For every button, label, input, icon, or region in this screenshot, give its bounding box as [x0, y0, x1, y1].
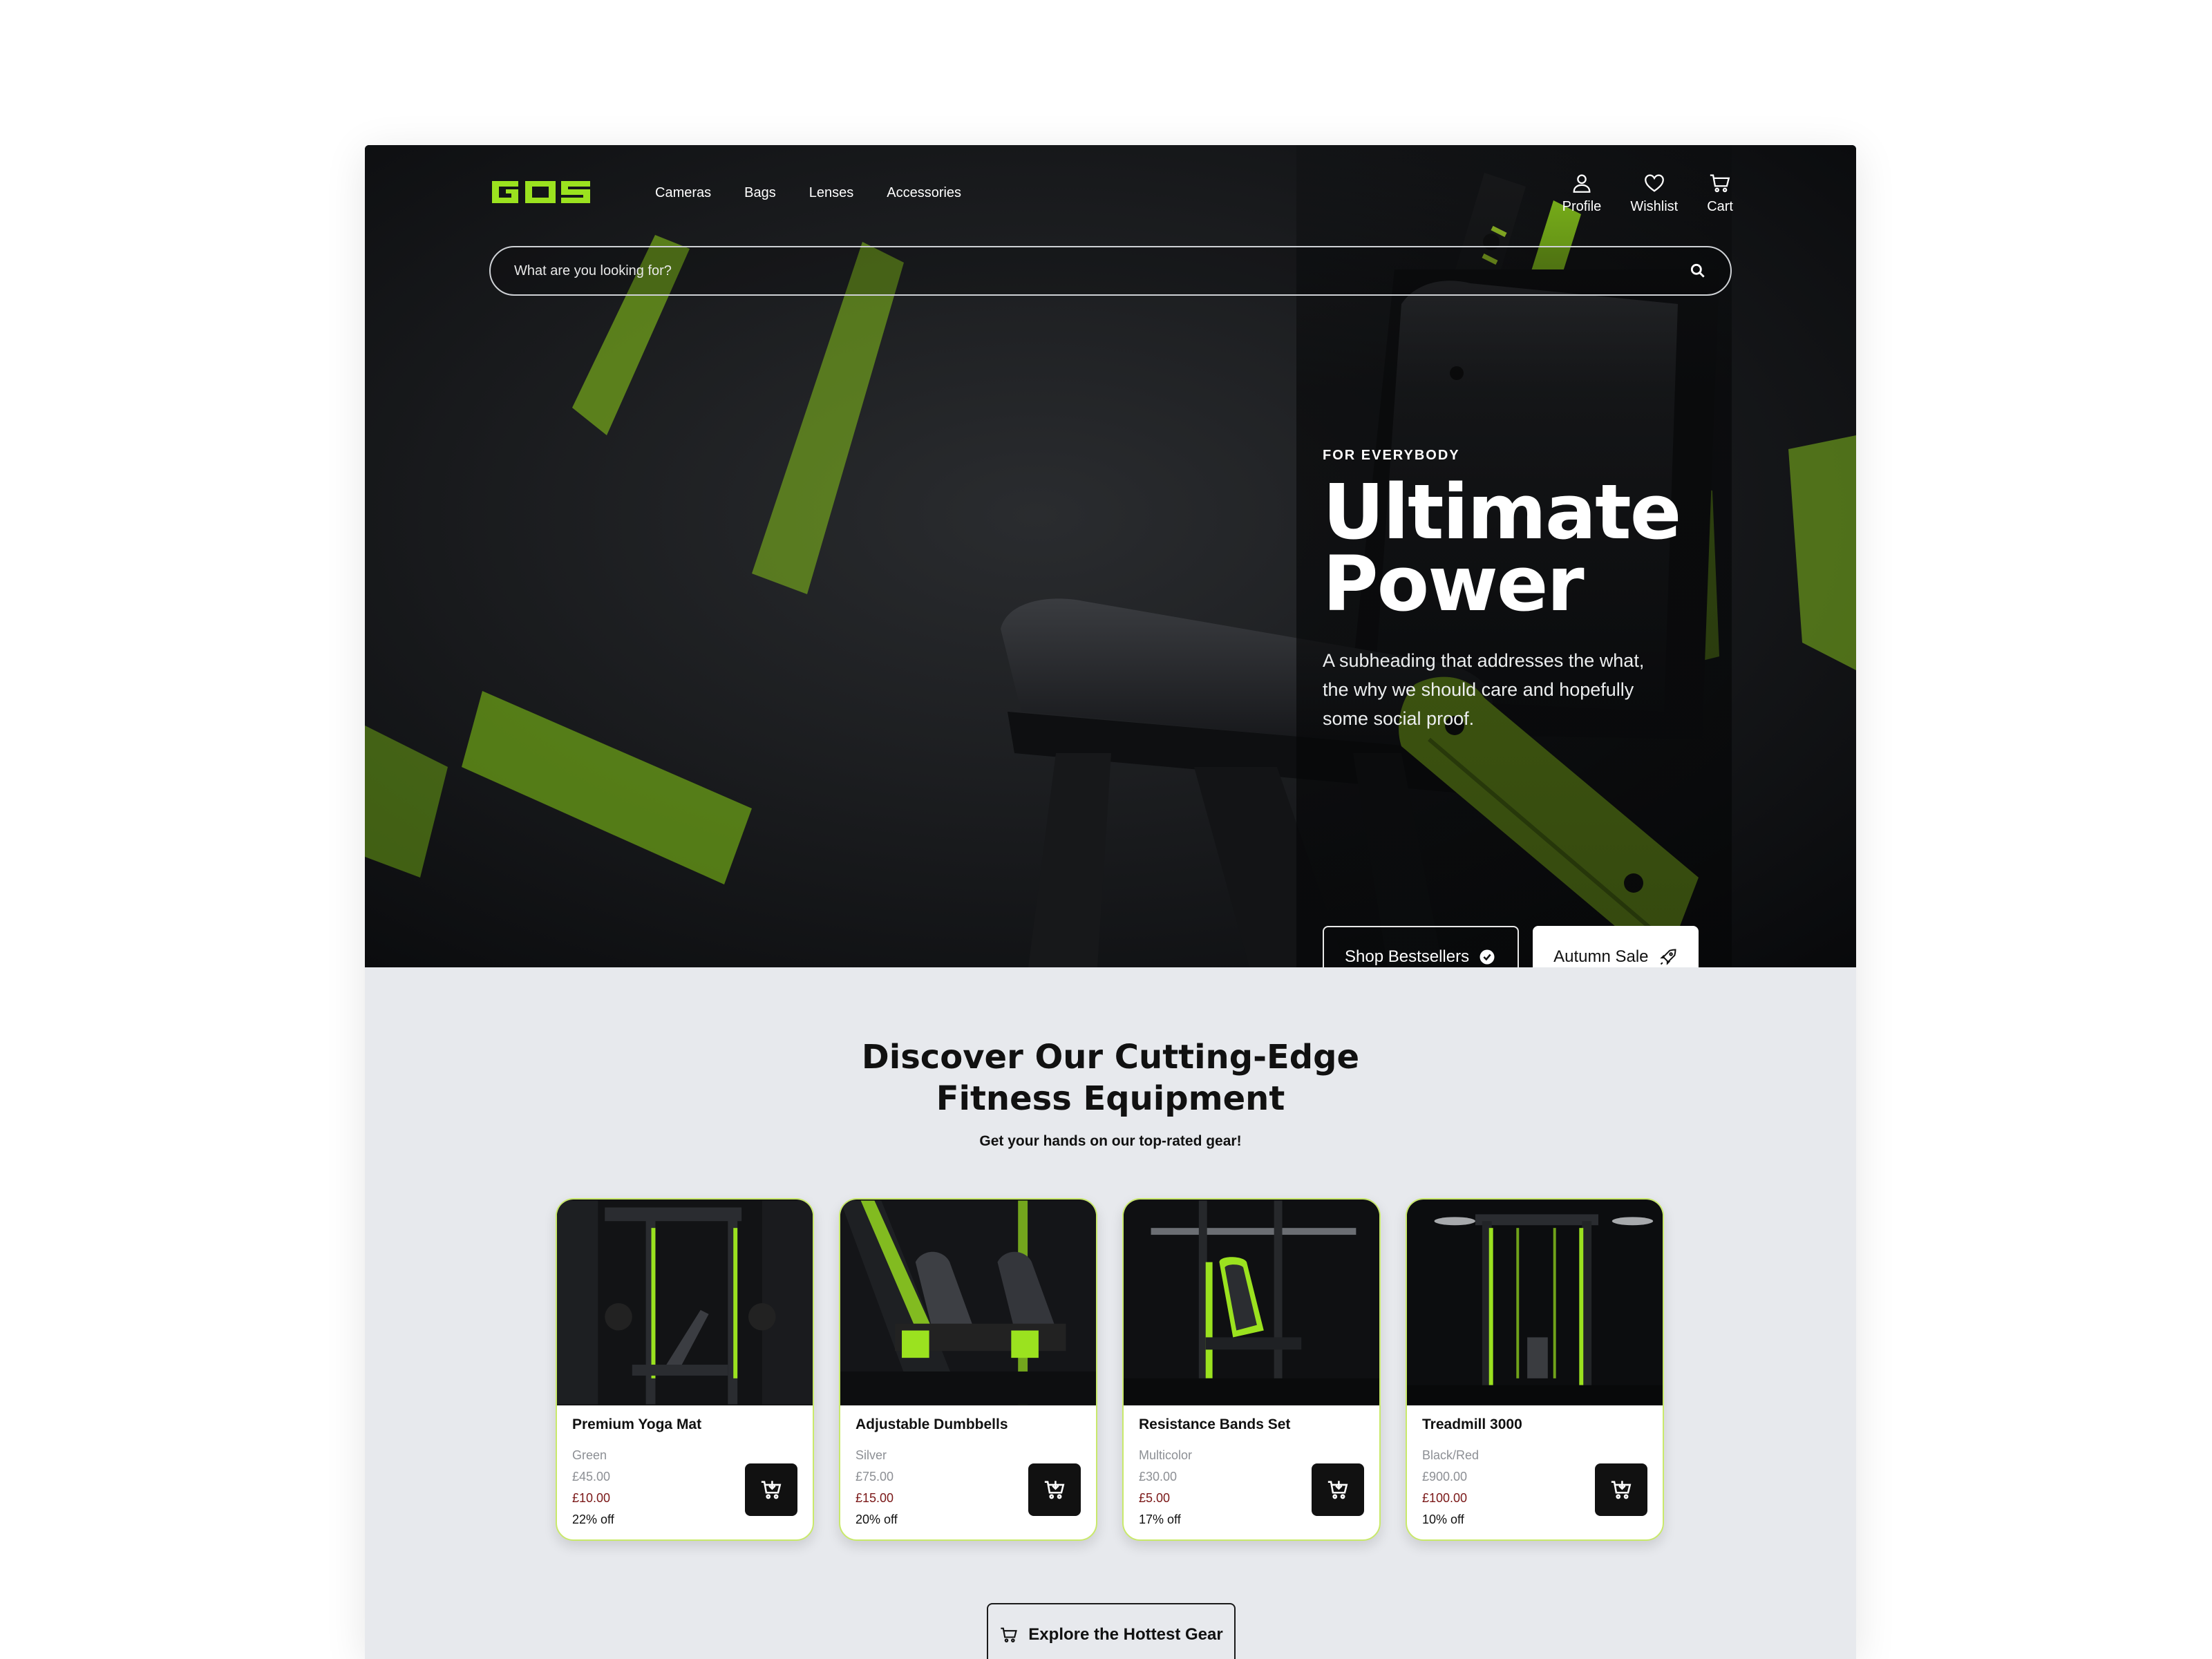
hero-subheading: A subheading that addresses the what, th… — [1323, 650, 1645, 729]
cart-icon — [1001, 1627, 1018, 1642]
hero-section: Cameras Bags Lenses Accessories Profile … — [365, 145, 1856, 967]
wishlist-label: Wishlist — [1630, 199, 1679, 214]
product-variant: Multicolor — [1139, 1448, 1193, 1462]
product-card[interactable]: Treadmill 3000 Black/Red £900.00 £100.00… — [1406, 1198, 1664, 1541]
cart-button[interactable]: Cart — [1707, 171, 1733, 215]
search-icon[interactable] — [1689, 262, 1707, 280]
product-card[interactable]: Premium Yoga Mat Green £45.00 £10.00 22%… — [556, 1198, 814, 1541]
add-to-cart-button[interactable] — [1028, 1463, 1081, 1516]
product-image — [1124, 1200, 1379, 1405]
gos-logo[interactable] — [489, 171, 593, 213]
add-to-cart-button[interactable] — [1312, 1463, 1364, 1516]
hero-title-line-2: Power — [1323, 540, 1585, 628]
nav-link-cameras[interactable]: Cameras — [655, 185, 711, 201]
nav-link-bags[interactable]: Bags — [744, 185, 776, 201]
product-name: Treadmill 3000 — [1422, 1416, 1522, 1432]
hero-copy: FOR EVERYBODY Ultimate Power A subheadin… — [1323, 448, 1710, 967]
nav-link-accessories[interactable]: Accessories — [887, 185, 961, 201]
cart-icon — [1710, 174, 1730, 193]
user-icon — [1573, 174, 1591, 193]
heart-icon — [1644, 174, 1664, 192]
product-name: Premium Yoga Mat — [572, 1416, 702, 1432]
product-grid: Premium Yoga Mat Green £45.00 £10.00 22%… — [556, 1198, 1664, 1541]
product-name: Adjustable Dumbbells — [856, 1416, 1008, 1432]
nav-actions: Profile Wishlist Cart — [1562, 171, 1733, 215]
check-badge-icon — [1480, 949, 1495, 965]
hero-eyebrow: FOR EVERYBODY — [1323, 448, 1460, 463]
profile-label: Profile — [1562, 199, 1602, 214]
product-variant: Black/Red — [1422, 1448, 1480, 1462]
rocket-icon — [1659, 949, 1676, 965]
add-to-cart-button[interactable] — [745, 1463, 797, 1516]
top-nav: Cameras Bags Lenses Accessories Profile … — [489, 171, 1733, 227]
explore-label: Explore the Hottest Gear — [1028, 1625, 1223, 1644]
add-to-cart-icon — [761, 1481, 782, 1499]
add-to-cart-icon — [1327, 1481, 1348, 1499]
nav-link-lenses[interactable]: Lenses — [809, 185, 854, 201]
shop-bestsellers-button[interactable]: Shop Bestsellers — [1323, 926, 1520, 967]
autumn-sale-label: Autumn Sale — [1553, 947, 1649, 966]
page-frame: Cameras Bags Lenses Accessories Profile … — [365, 145, 1856, 1659]
search-input[interactable] — [514, 263, 1689, 279]
profile-button[interactable]: Profile — [1562, 171, 1602, 215]
wishlist-button[interactable]: Wishlist — [1630, 171, 1678, 215]
product-variant: Green — [572, 1448, 607, 1462]
product-image — [557, 1200, 813, 1405]
product-image — [1407, 1200, 1663, 1405]
product-name: Resistance Bands Set — [1139, 1416, 1291, 1432]
shop-bestsellers-label: Shop Bestsellers — [1345, 947, 1470, 966]
product-image — [840, 1200, 1096, 1405]
product-variant: Silver — [856, 1448, 887, 1462]
add-to-cart-icon — [1611, 1481, 1632, 1499]
add-to-cart-button[interactable] — [1595, 1463, 1647, 1516]
hero-title: Ultimate Power — [1323, 468, 1710, 628]
hero-buttons: Shop Bestsellers Autumn Sale — [1323, 926, 1699, 967]
hero-title-line-1: Ultimate — [1323, 468, 1681, 556]
cart-label: Cart — [1707, 199, 1733, 214]
explore-hottest-gear-button[interactable]: Explore the Hottest Gear — [987, 1603, 1236, 1659]
add-to-cart-icon — [1044, 1481, 1065, 1499]
section-title-line-1: Discover Our Cutting-Edge — [861, 1038, 1360, 1077]
product-card[interactable]: Adjustable Dumbbells Silver £75.00 £15.0… — [839, 1198, 1097, 1541]
section-title: Discover Our Cutting-Edge Fitness Equipm… — [365, 1036, 1856, 1119]
autumn-sale-button[interactable]: Autumn Sale — [1533, 926, 1699, 967]
nav-links: Cameras Bags Lenses Accessories — [655, 185, 961, 201]
section-subtitle: Get your hands on our top-rated gear! — [979, 1133, 1242, 1149]
product-card[interactable]: Resistance Bands Set Multicolor £30.00 £… — [1122, 1198, 1381, 1541]
search-bar — [489, 246, 1732, 296]
section-title-line-2: Fitness Equipment — [936, 1079, 1285, 1118]
